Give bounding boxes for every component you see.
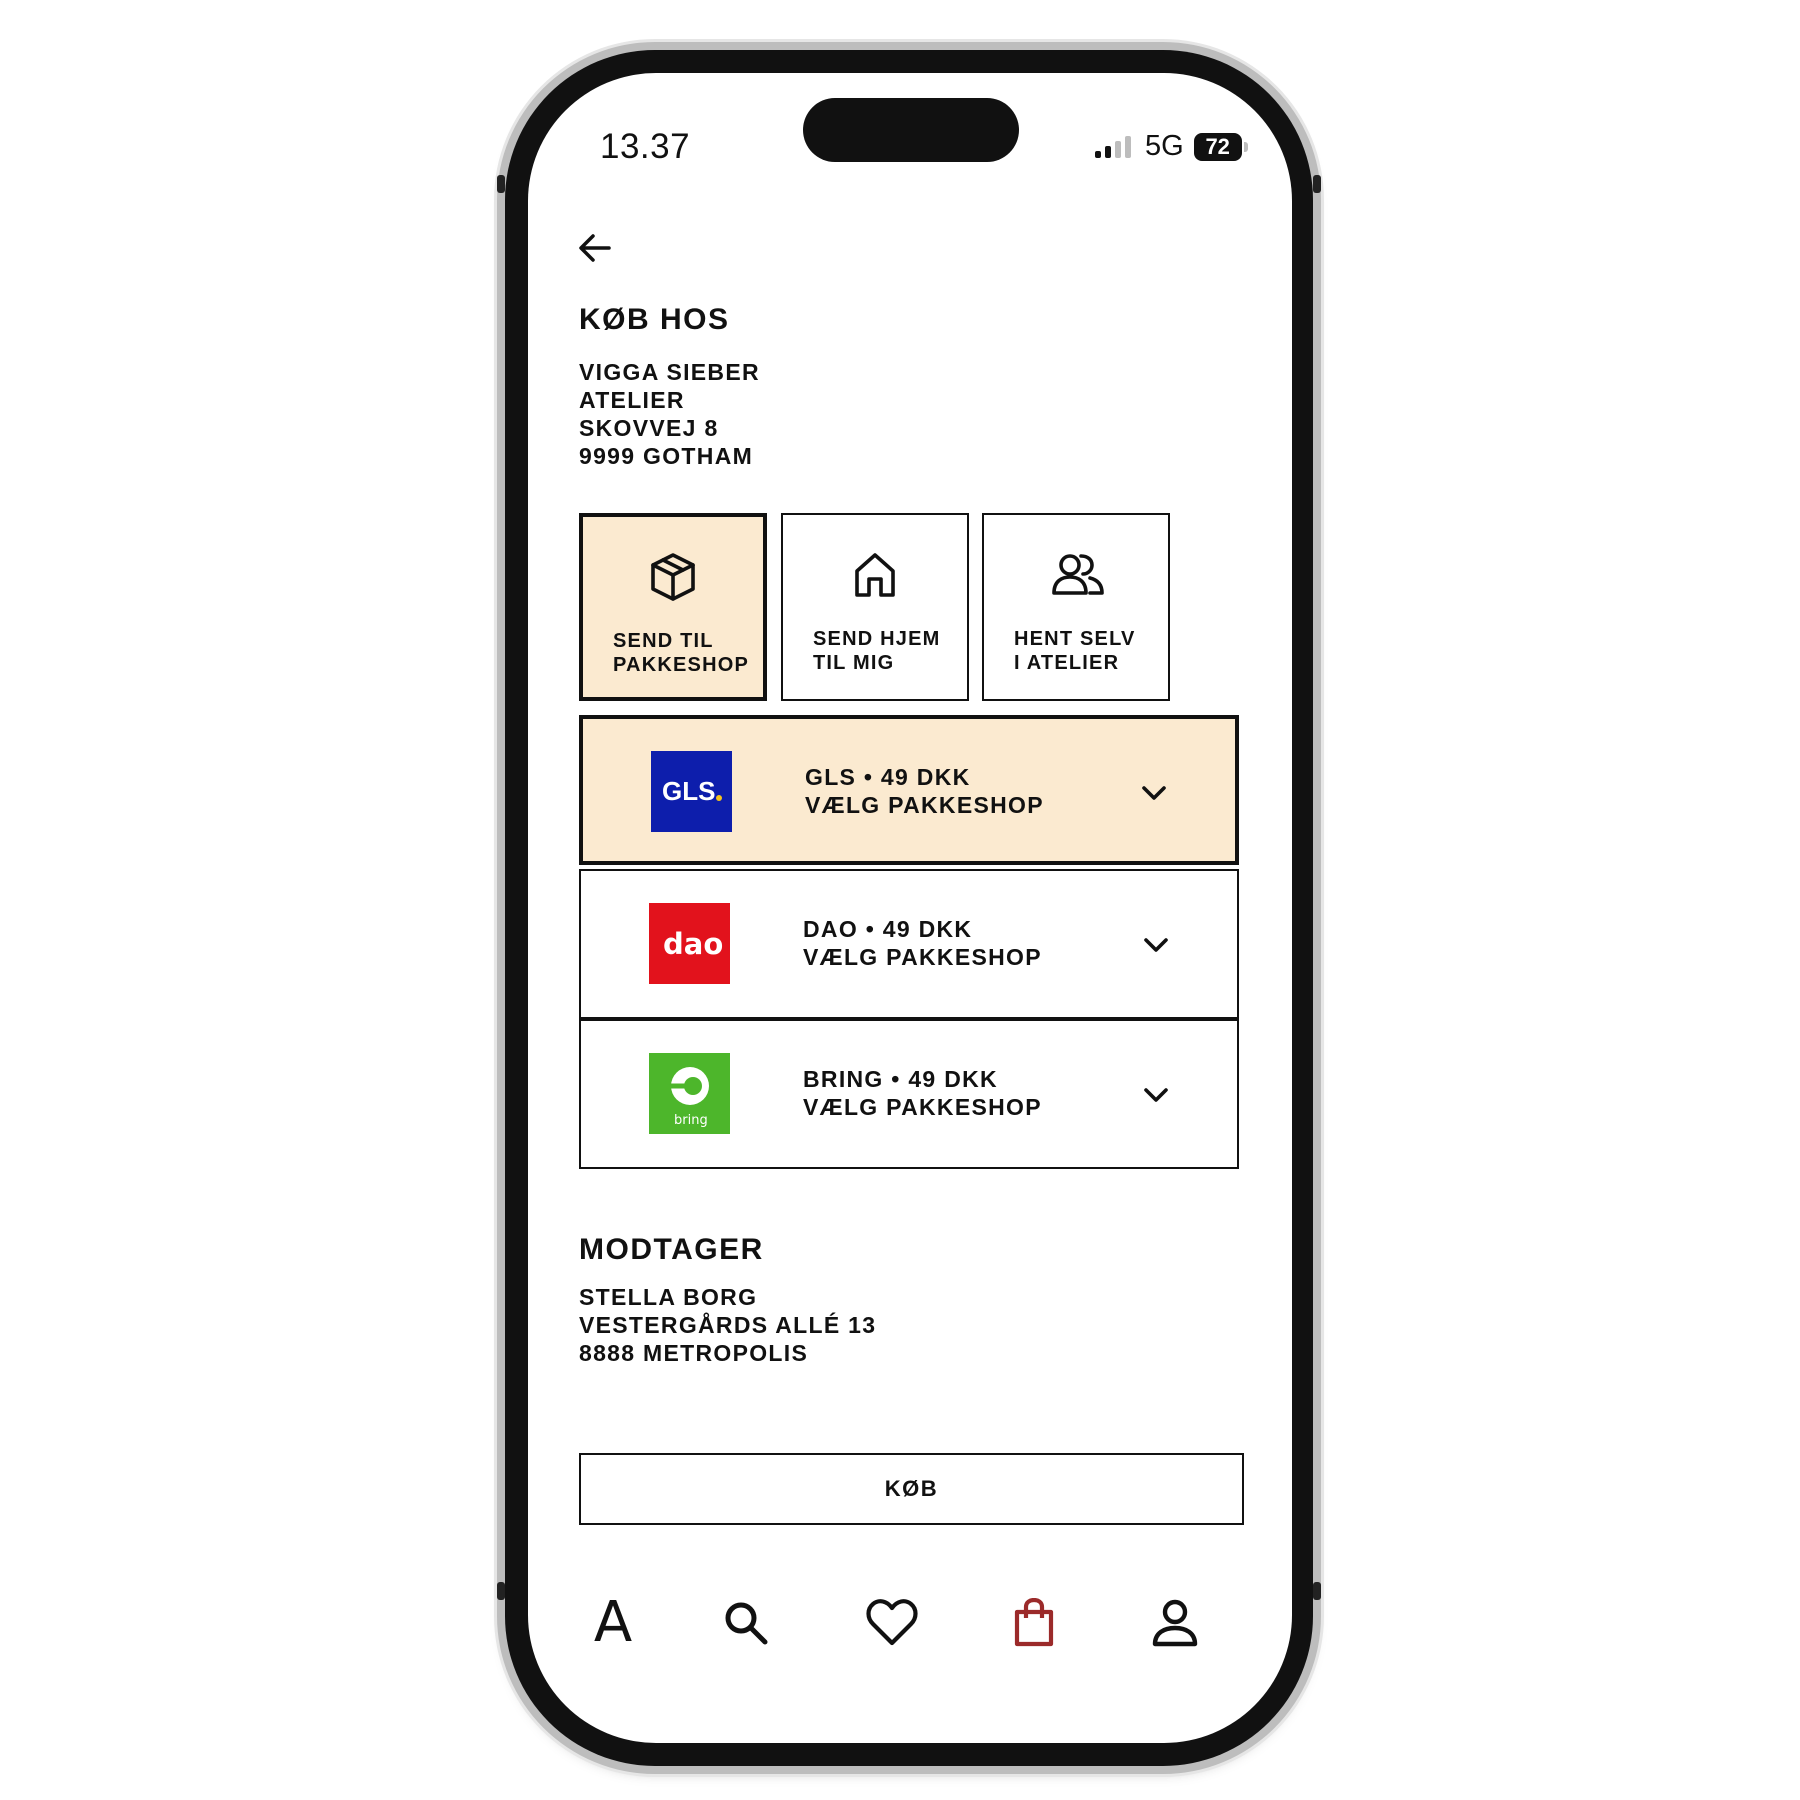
network-type: 5G bbox=[1145, 130, 1184, 162]
search-icon bbox=[725, 1602, 768, 1645]
dao-logo: dao bbox=[649, 903, 730, 984]
nav-home[interactable]: A bbox=[583, 1593, 643, 1653]
option-label: HENT SELV I ATELIER bbox=[1014, 627, 1136, 675]
people-icon bbox=[1048, 547, 1104, 603]
seller-line: ATELIER bbox=[579, 387, 685, 413]
option-label-line: SEND TIL bbox=[613, 630, 714, 652]
carrier-price: GLS • 49 DKK bbox=[805, 764, 971, 790]
chevron-down-icon[interactable] bbox=[1141, 933, 1171, 957]
option-label-line: TIL MIG bbox=[813, 652, 895, 674]
seller-address: VIGGA SIEBER ATELIER SKOVVEJ 8 9999 GOTH… bbox=[579, 358, 760, 470]
option-label: SEND TIL PAKKESHOP bbox=[613, 629, 749, 677]
option-label: SEND HJEM TIL MIG bbox=[813, 627, 941, 675]
page-title: KØB HOS bbox=[579, 303, 730, 336]
carrier-bring[interactable]: bring BRING • 49 DKK VÆLG PAKKESHOP bbox=[579, 1019, 1239, 1169]
option-label-line: PAKKESHOP bbox=[613, 654, 750, 676]
status-indicators: 5G 72 bbox=[1095, 130, 1248, 163]
carrier-action: VÆLG PAKKESHOP bbox=[805, 792, 1044, 818]
status-time: 13.37 bbox=[600, 127, 691, 166]
carrier-action: VÆLG PAKKESHOP bbox=[803, 944, 1042, 970]
house-icon bbox=[847, 547, 903, 603]
seller-line: 9999 GOTHAM bbox=[579, 443, 754, 469]
side-button-right bbox=[1313, 175, 1321, 193]
battery-level: 72 bbox=[1205, 133, 1230, 159]
nav-favorites[interactable] bbox=[862, 1593, 922, 1653]
side-button-left-lower bbox=[497, 1582, 505, 1600]
chevron-down-icon[interactable] bbox=[1141, 1083, 1171, 1107]
svg-text:dao: dao bbox=[663, 927, 723, 961]
carrier-gls[interactable]: GLS GLS • 49 DKK VÆLG PAKKESHOP bbox=[579, 715, 1239, 865]
back-arrow-icon[interactable] bbox=[575, 228, 615, 268]
nav-bag[interactable] bbox=[1004, 1593, 1064, 1653]
recipient-title: MODTAGER bbox=[579, 1233, 764, 1266]
phone-screen: 13.37 5G 72 KØB HOS VIGGA SIEBER ATELIER… bbox=[528, 73, 1292, 1743]
side-button-right-lower bbox=[1313, 1582, 1321, 1600]
option-send-to-pakkeshop[interactable]: SEND TIL PAKKESHOP bbox=[579, 513, 767, 701]
package-icon bbox=[645, 549, 701, 605]
heart-icon bbox=[866, 1599, 918, 1646]
seller-line: VIGGA SIEBER bbox=[579, 359, 760, 385]
buy-button[interactable]: KØB bbox=[579, 1453, 1244, 1525]
option-pickup-atelier[interactable]: HENT SELV I ATELIER bbox=[982, 513, 1170, 701]
svg-text:GLS: GLS bbox=[662, 776, 715, 806]
carrier-dao[interactable]: dao DAO • 49 DKK VÆLG PAKKESHOP bbox=[579, 869, 1239, 1019]
carrier-action: VÆLG PAKKESHOP bbox=[803, 1094, 1042, 1120]
chevron-down-icon[interactable] bbox=[1139, 781, 1169, 805]
carrier-text: DAO • 49 DKK VÆLG PAKKESHOP bbox=[803, 915, 1042, 971]
gls-logo: GLS bbox=[651, 751, 732, 832]
recipient-line: VESTERGÅRDS ALLÉ 13 bbox=[579, 1312, 877, 1338]
bring-logo: bring bbox=[649, 1053, 730, 1134]
carrier-price: BRING • 49 DKK bbox=[803, 1066, 998, 1092]
svg-text:bring: bring bbox=[674, 1113, 708, 1128]
dynamic-island bbox=[803, 98, 1019, 162]
shopping-bag-icon bbox=[1014, 1598, 1054, 1647]
option-send-home[interactable]: SEND HJEM TIL MIG bbox=[781, 513, 969, 701]
option-label-line: HENT SELV bbox=[1014, 628, 1136, 650]
carrier-price: DAO • 49 DKK bbox=[803, 916, 973, 942]
battery-cap bbox=[1243, 141, 1248, 152]
home-a-icon: A bbox=[593, 1590, 633, 1655]
recipient-line: STELLA BORG bbox=[579, 1284, 758, 1310]
recipient-address: STELLA BORG VESTERGÅRDS ALLÉ 13 8888 MET… bbox=[579, 1283, 876, 1367]
option-label-line: I ATELIER bbox=[1014, 652, 1120, 674]
battery-icon: 72 bbox=[1193, 132, 1242, 161]
option-label-line: SEND HJEM bbox=[813, 628, 941, 650]
carrier-text: GLS • 49 DKK VÆLG PAKKESHOP bbox=[805, 763, 1044, 819]
signal-icon bbox=[1095, 135, 1131, 158]
seller-line: SKOVVEJ 8 bbox=[579, 415, 719, 441]
nav-search[interactable] bbox=[716, 1593, 776, 1653]
side-button-left bbox=[497, 175, 505, 193]
nav-profile[interactable] bbox=[1145, 1593, 1205, 1653]
recipient-line: 8888 METROPOLIS bbox=[579, 1340, 809, 1366]
profile-icon bbox=[1152, 1599, 1198, 1647]
carrier-text: BRING • 49 DKK VÆLG PAKKESHOP bbox=[803, 1065, 1042, 1121]
